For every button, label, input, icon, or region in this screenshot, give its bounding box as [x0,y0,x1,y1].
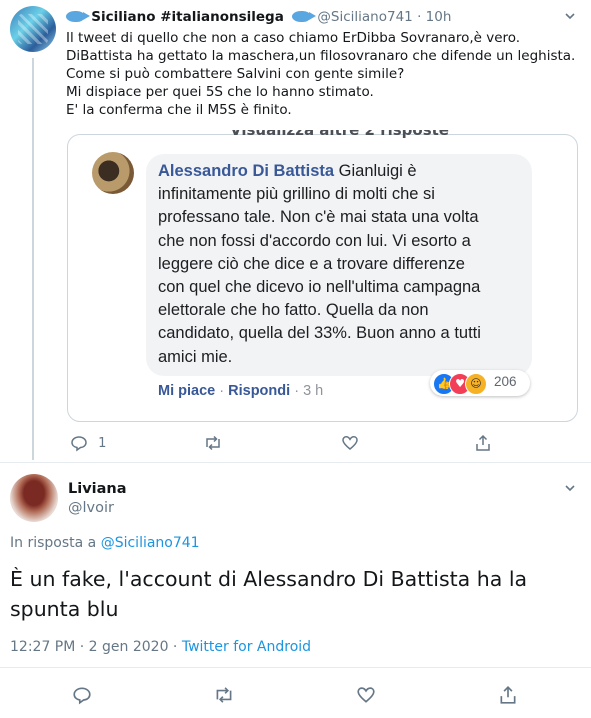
reply-context: In risposta a @Siciliano741 [10,535,200,551]
comment-line: amici mie. [158,347,233,366]
share-button[interactable] [474,434,492,452]
reply-button[interactable]: 1 [70,434,106,452]
reply-prefix: In risposta a [10,535,97,551]
commenter-avatar [92,152,134,194]
fish-icon [66,11,90,22]
retweet-button[interactable] [203,434,223,452]
share-button[interactable] [498,685,518,705]
separator: · [294,383,300,399]
comment-line: elettorale che ho fatto. Quella da non [158,301,429,320]
reply-to-link[interactable]: @Siciliano741 [101,535,200,551]
comment-line: professano tale. Non c'è mai stata una v… [158,208,479,227]
avatar[interactable] [10,474,58,522]
divider [0,667,591,668]
reply-icon [70,436,88,452]
comment-line: che non fossi d'accordo con lui. Vi esor… [158,231,471,250]
tweet-text: Il tweet di quello che non a caso chiamo… [66,29,576,119]
tweet-text: È un fake, l'account di Alessandro Di Ba… [10,564,580,624]
fish-icon [292,11,317,22]
share-icon [474,434,492,451]
divider [0,462,591,463]
retweet-icon [213,687,235,703]
tweet-line: E' la conferma che il M5S è finito. [66,102,292,118]
comment-line: leggere ciò che dice e a trovare differe… [158,254,465,273]
chevron-down-icon[interactable] [563,9,577,27]
comment-line: Gianluigi è [338,162,417,180]
haha-reaction-icon: ☺ [465,373,487,395]
tweet-line: spunta blu [10,597,119,621]
retweet-button[interactable] [213,685,235,705]
tweet-line: DiBattista ha gettato la maschera,un fil… [66,48,576,64]
reply-icon [72,687,92,705]
comment-line: candidato, quella del 33%. Buon anno a t… [158,324,481,343]
comment-actions: Mi piace · Rispondi · 3 h [158,383,323,399]
source-link[interactable]: Twitter for Android [182,639,311,655]
heart-icon [356,687,376,703]
comment-line: infinitamente più grillino di molti che … [158,185,435,204]
display-name[interactable]: Siciliano #italianonsilega [91,9,284,25]
like-button[interactable] [356,685,376,705]
reply-count: 1 [98,435,107,451]
tweet-line: Mi dispiace per quei 5S che lo hanno sti… [66,84,374,100]
reactions-summary: 👍 ♥ ☺ 206 [430,370,530,396]
tweet-meta: 12:27 PM · 2 gen 2020 · Twitter for Andr… [10,639,311,655]
handle[interactable]: @Siciliano741 [317,9,412,25]
reaction-count: 206 [494,374,517,389]
fb-time: 3 h [303,383,324,399]
thread-connector [32,58,34,460]
tweet-header: Siciliano #italianonsilega @Siciliano741… [66,8,451,26]
share-icon [498,686,518,704]
separator: · [417,9,422,25]
display-name[interactable]: Liviana [68,481,127,497]
more-replies-text: Visualizza altre 2 risposte [230,121,449,139]
comment-line: con quel che dicevo io nell'ultima campa… [158,278,481,297]
tweet-line: Il tweet di quello che non a caso chiamo… [66,30,521,46]
tweet-line: È un fake, l'account di Alessandro Di Ba… [10,567,528,591]
separator: · [219,383,225,399]
chevron-down-icon[interactable] [563,481,577,499]
reply-button[interactable] [72,685,92,705]
fb-like-label: Mi piace [158,383,216,399]
like-button[interactable] [341,434,359,452]
handle[interactable]: @lvoir [68,500,114,516]
tweet-line: Come si può combattere Salvini con gente… [66,66,405,82]
retweet-icon [203,435,223,451]
fb-reply-label: Rispondi [228,383,291,399]
comment-author: Alessandro Di Battista [158,162,335,180]
timestamp[interactable]: 10h [426,9,452,25]
heart-icon [341,436,359,451]
avatar[interactable] [10,6,56,52]
timestamp[interactable]: 12:27 PM · 2 gen 2020 · [10,639,177,655]
comment-text: Alessandro Di Battista Gianluigi è infin… [158,160,528,369]
